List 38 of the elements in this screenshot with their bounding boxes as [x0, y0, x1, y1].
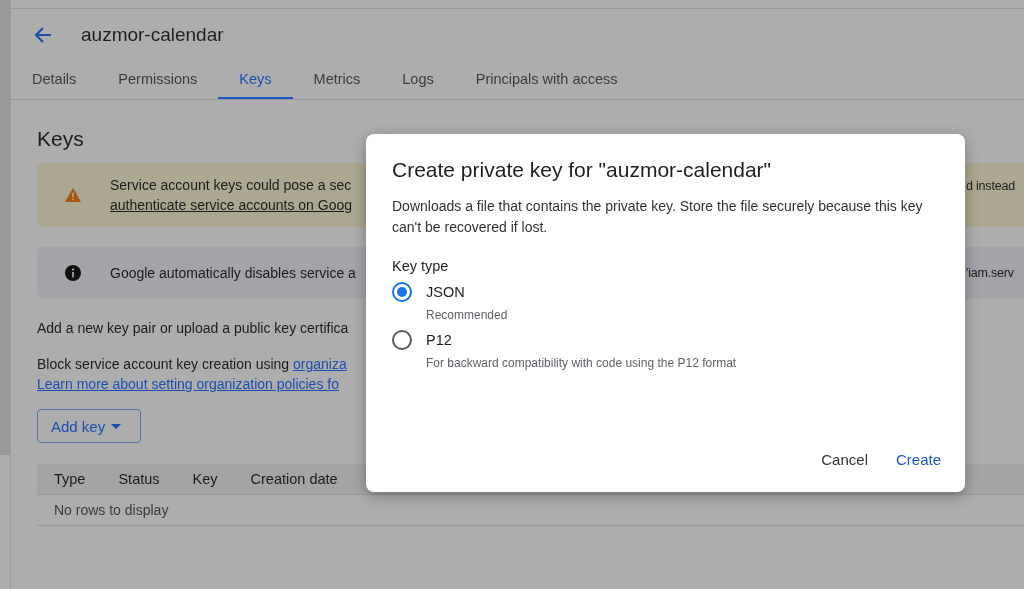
option-hint: Recommended — [426, 308, 509, 322]
column-header: Type — [54, 471, 86, 487]
dialog-description: Downloads a file that contains the private key. Store the file securely because this key can't be recovered if lost. — [392, 197, 924, 237]
key-type-label: Key type — [392, 258, 450, 274]
column-header: Key — [192, 471, 218, 487]
info-text: 'iam.serv — [966, 266, 1014, 280]
dialog-title: Create private key for "auzmor-calendar" — [392, 158, 773, 182]
option-label: JSON — [426, 284, 465, 300]
back-arrow-icon[interactable] — [33, 25, 53, 45]
column-header: Creation date — [250, 471, 338, 487]
radio-button[interactable] — [392, 330, 412, 350]
tab[interactable]: Principals with access — [454, 61, 639, 99]
option-hint: For backward compatibility with code using the P12 format — [426, 356, 738, 370]
caret-icon — [111, 423, 122, 429]
option-label: P12 — [426, 332, 452, 348]
info-icon — [65, 265, 81, 281]
policy-text: Block service account key creation using — [37, 356, 290, 372]
page-header-title: auzmor-calendar — [81, 24, 224, 46]
description-text: Add a new key pair or upload a public key certifica — [37, 320, 350, 336]
info-text: Google automatically disables service a — [110, 265, 356, 281]
warning-text: d instead — [966, 179, 1015, 195]
tab[interactable]: Permissions — [97, 61, 219, 99]
cancel-button[interactable]: Cancel — [809, 443, 880, 476]
tab[interactable]: Logs — [381, 61, 455, 99]
learn-more-link[interactable]: Learn more about setting organization policies fo — [37, 376, 366, 392]
authenticate-link[interactable]: authenticate service accounts on Goog — [110, 197, 353, 213]
radio-button[interactable] — [392, 282, 412, 302]
empty-table-message: No rows to display — [54, 502, 169, 518]
column-header: Status — [118, 471, 160, 487]
organization-policy-link[interactable]: organiza — [293, 356, 347, 372]
tab[interactable]: Metrics — [292, 61, 382, 99]
tab[interactable]: Details — [11, 61, 98, 99]
warning-icon — [65, 188, 81, 202]
tab[interactable]: Keys — [218, 61, 293, 99]
warning-text: Service account keys could pose a sec — [110, 177, 353, 193]
create-button[interactable]: Create — [883, 443, 953, 476]
section-title: Keys — [37, 127, 85, 152]
add-key-button[interactable]: Add key — [37, 409, 141, 443]
